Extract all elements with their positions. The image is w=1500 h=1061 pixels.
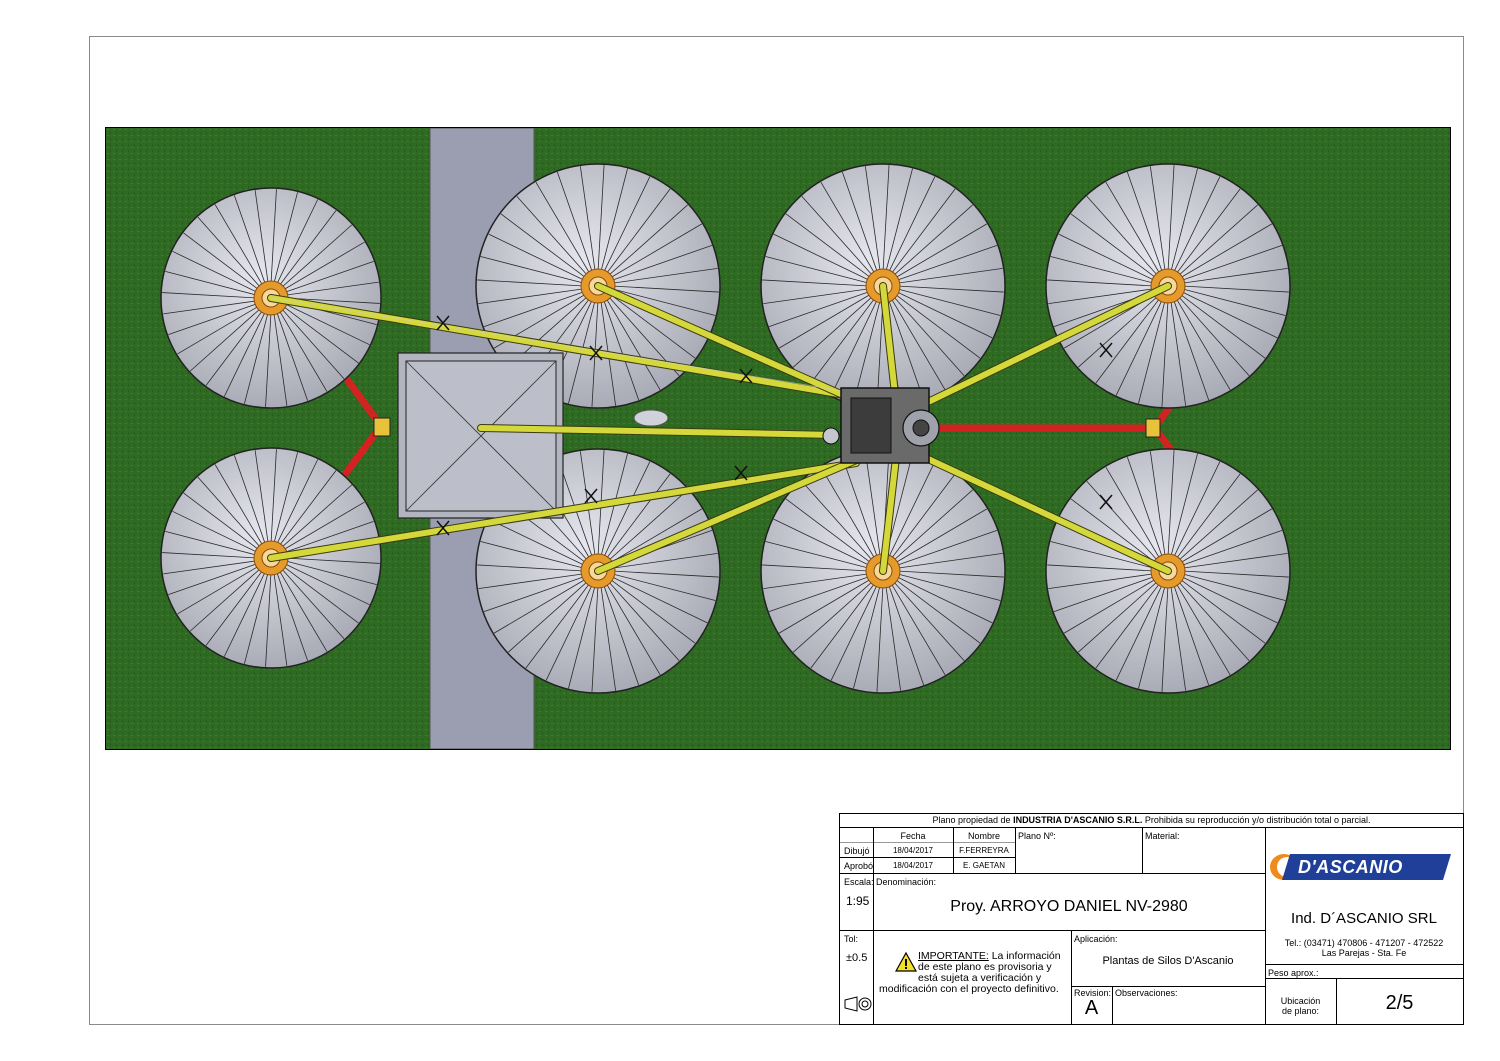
aprobo-label: Aprobó (844, 861, 874, 871)
aplicacion-label: Aplicación: (1074, 934, 1118, 944)
escala-label: Escala: (844, 877, 874, 887)
dibujo-label: Dibujó (844, 846, 870, 856)
ubicacion-value: 2/5 (1385, 992, 1414, 1014)
company-logo: D'ASCANIO (1268, 850, 1453, 884)
ownership-company: INDUSTRIA D'ASCANIO S.R.L. (1013, 815, 1143, 825)
elevator-boot (850, 397, 892, 454)
col-fecha-label: Fecha (900, 831, 926, 841)
projection-symbol-icon (844, 996, 872, 1012)
escala-value: 1:95 (846, 894, 870, 908)
dibujo-nombre: F.FERREYRA (959, 846, 1009, 855)
aplicacion-value: Plantas de Silos D'Ascanio (1102, 955, 1234, 967)
support-node (1145, 418, 1161, 438)
ubicacion-label-1: Ubicación (1280, 996, 1321, 1006)
revision-value: A (1084, 997, 1099, 1019)
company-name: Ind. D´ASCANIO SRL (1291, 910, 1437, 927)
dibujo-fecha: 18/04/2017 (892, 846, 934, 855)
ownership-prefix: Plano propiedad de (932, 815, 1014, 825)
ownership-suffix: Prohibida su reproducción y/o distribuci… (1142, 815, 1371, 825)
plano-no-label: Plano Nº: (1018, 831, 1056, 841)
company-city: Las Parejas - Sta. Fe (1321, 948, 1407, 958)
warning-icon (895, 952, 917, 972)
dust-cyclone (633, 409, 669, 427)
plan-view (105, 127, 1451, 750)
observaciones-label: Observaciones: (1115, 988, 1178, 998)
ownership-notice: Plano propiedad de INDUSTRIA D'ASCANIO S… (840, 815, 1463, 827)
important-line-4: modificación con el proyecto definitivo. (879, 983, 1059, 995)
company-phone: Tel.: (03471) 470806 - 471207 - 472522 (1284, 938, 1444, 948)
tol-value: ±0.5 (846, 952, 868, 964)
aprobo-fecha: 18/04/2017 (892, 861, 934, 870)
ubicacion-label: Ubicación de plano: (1265, 996, 1336, 1016)
title-block: Plano propiedad de INDUSTRIA D'ASCANIO S… (839, 813, 1464, 1025)
aprobo-nombre: E. GAETAN (962, 861, 1006, 870)
col-nombre-label: Nombre (967, 831, 1000, 841)
material-label: Material: (1145, 831, 1180, 841)
ubicacion-label-2: de plano: (1281, 1006, 1320, 1016)
conveyor-head (822, 427, 840, 445)
support-node (373, 417, 391, 437)
denominacion-value: Proy. ARROYO DANIEL NV-2980 (950, 898, 1188, 915)
distributor-center (912, 419, 930, 437)
denominacion-label: Denominación: (876, 877, 937, 887)
peso-label: Peso aprox.: (1268, 968, 1319, 978)
central-elevator (822, 387, 940, 464)
logo-text: D'ASCANIO (1298, 857, 1403, 877)
tol-label: Tol: (844, 934, 859, 944)
